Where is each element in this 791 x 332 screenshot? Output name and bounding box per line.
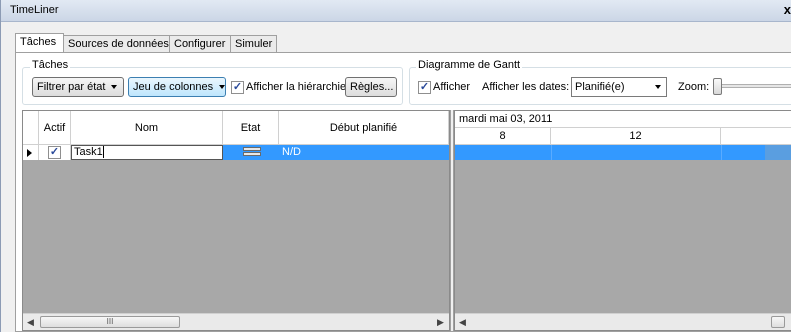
planned-start-cell[interactable]: N/D <box>282 146 301 159</box>
dropdown-arrow-icon <box>655 85 661 89</box>
scroll-left-icon[interactable]: ◀ <box>459 317 466 328</box>
gantt-group-label: Diagramme de Gantt <box>416 59 523 71</box>
column-header-actif[interactable]: Actif <box>39 111 71 145</box>
tab-sources-de-donnees[interactable]: Sources de données <box>63 35 170 52</box>
tab-taches[interactable]: Tâches <box>15 33 64 52</box>
task-grid-hscrollbar[interactable]: ◀ III ▶ <box>23 313 449 330</box>
text-cursor <box>102 146 104 158</box>
current-row-arrow-icon <box>27 149 32 157</box>
row-header-corner <box>23 111 39 145</box>
zoom-slider-thumb[interactable] <box>713 78 722 95</box>
dropdown-arrow-icon <box>111 85 118 90</box>
dropdown-arrow-icon <box>219 85 226 90</box>
close-icon[interactable]: x <box>781 2 791 17</box>
title-bar: TimeLiner x <box>1 0 791 22</box>
rules-button[interactable]: Règles... <box>345 77 397 97</box>
scroll-right-icon[interactable]: ▶ <box>437 317 444 328</box>
column-header-etat[interactable]: Etat <box>223 111 279 145</box>
name-cell-editor[interactable]: Task1 <box>71 145 223 160</box>
zoom-label: Zoom: <box>678 81 710 93</box>
zoom-slider-track <box>714 84 791 88</box>
gantt-hour-12: 12 <box>551 128 721 145</box>
tasks-tab-panel: Tâches Filtrer par état Jeu de colonnes … <box>15 52 791 332</box>
filter-by-state-button[interactable]: Filtrer par état <box>32 77 124 97</box>
scroll-grip: III <box>106 317 114 326</box>
window-title: TimeLiner <box>10 4 59 16</box>
tab-simuler[interactable]: Simuler <box>230 35 277 52</box>
gantt-date-header: mardi mai 03, 2011 <box>455 111 791 128</box>
state-bar-icon <box>243 147 261 157</box>
show-dates-label: Afficher les dates: <box>482 81 570 93</box>
timeliner-window: TimeLiner x Tâches Sources de données Co… <box>0 0 791 332</box>
column-set-label: Jeu de colonnes <box>133 81 214 93</box>
scroll-left-icon[interactable]: ◀ <box>27 317 34 328</box>
show-hierarchy-checkbox[interactable]: ✓ <box>231 81 244 94</box>
task-grid: Actif Nom Etat Début planifié ✓ Task1 N/… <box>22 110 450 331</box>
row-indicator[interactable] <box>23 145 39 160</box>
gantt-hour-next <box>721 128 791 145</box>
active-cell[interactable]: ✓ <box>39 145 71 160</box>
gantt-scroll-thumb[interactable] <box>771 316 785 328</box>
show-dates-select[interactable]: Planifié(e) <box>571 77 667 97</box>
show-dates-value: Planifié(e) <box>575 81 625 93</box>
column-header-debut-planifie[interactable]: Début planifié <box>279 111 449 145</box>
tasks-group-label: Tâches <box>30 59 71 71</box>
task-grid-scroll-thumb[interactable]: III <box>40 316 180 328</box>
gantt-hscrollbar[interactable]: ◀ <box>455 313 791 330</box>
gantt-selected-row[interactable] <box>455 145 791 160</box>
column-header-nom[interactable]: Nom <box>71 111 223 145</box>
task-name: Task1 <box>74 146 103 158</box>
tab-configurer[interactable]: Configurer <box>169 35 231 52</box>
show-gantt-label: Afficher <box>433 81 471 93</box>
gantt-hour-8: 8 <box>455 128 551 145</box>
filter-by-state-label: Filtrer par état <box>37 81 106 93</box>
active-checkbox[interactable]: ✓ <box>48 146 61 159</box>
show-hierarchy-label: Afficher la hiérarchie <box>246 81 347 93</box>
gantt-chart: mardi mai 03, 2011 8 12 ◀ <box>454 110 791 331</box>
show-gantt-checkbox[interactable]: ✓ <box>418 81 431 94</box>
column-set-button[interactable]: Jeu de colonnes <box>128 77 226 97</box>
